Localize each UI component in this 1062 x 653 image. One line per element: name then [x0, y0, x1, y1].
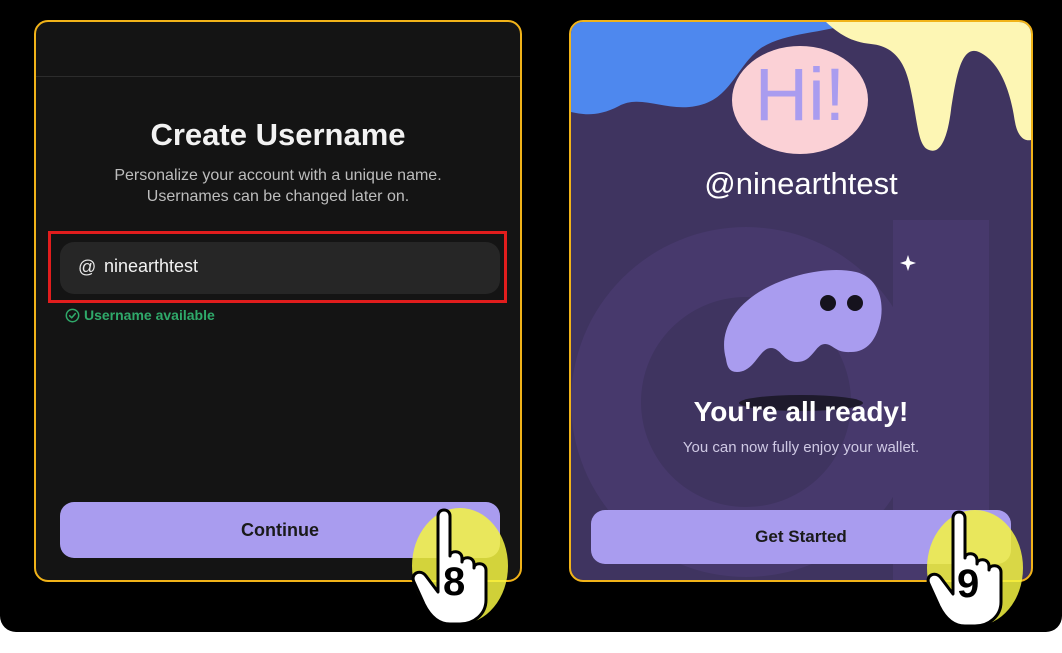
- username-status-text: Username available: [84, 307, 215, 323]
- greeting-text: Hi!: [755, 53, 845, 136]
- subtitle-line-1: Personalize your account with a unique n…: [114, 167, 442, 184]
- ghost-eye-right: [847, 295, 863, 311]
- input-highlight-box: [48, 231, 507, 303]
- ready-title: You're all ready!: [693, 396, 909, 427]
- screen-header: [36, 22, 520, 77]
- ready-subtitle: You can now fully enjoy your wallet.: [682, 439, 920, 456]
- screenshot-stage: Create Username Personalize your account…: [0, 0, 1062, 632]
- step-number-8: 8: [443, 560, 466, 604]
- check-circle-icon: [65, 308, 80, 323]
- step-number-9: 9: [957, 562, 980, 606]
- ready-screen: Hi! @ninearthtest You're all ready! You …: [569, 20, 1033, 582]
- username-status: Username available: [65, 307, 215, 323]
- create-username-screen: Create Username Personalize your account…: [34, 20, 522, 582]
- subtitle-line-2: Usernames can be changed later on.: [146, 188, 410, 205]
- username-display: @ninearthtest: [704, 166, 898, 201]
- ghost-eye-left: [820, 295, 836, 311]
- page-title: Create Username: [150, 117, 406, 152]
- page-subtitle: Personalize your account with a unique n…: [36, 165, 520, 207]
- ready-illustration: Hi!: [571, 22, 1031, 580]
